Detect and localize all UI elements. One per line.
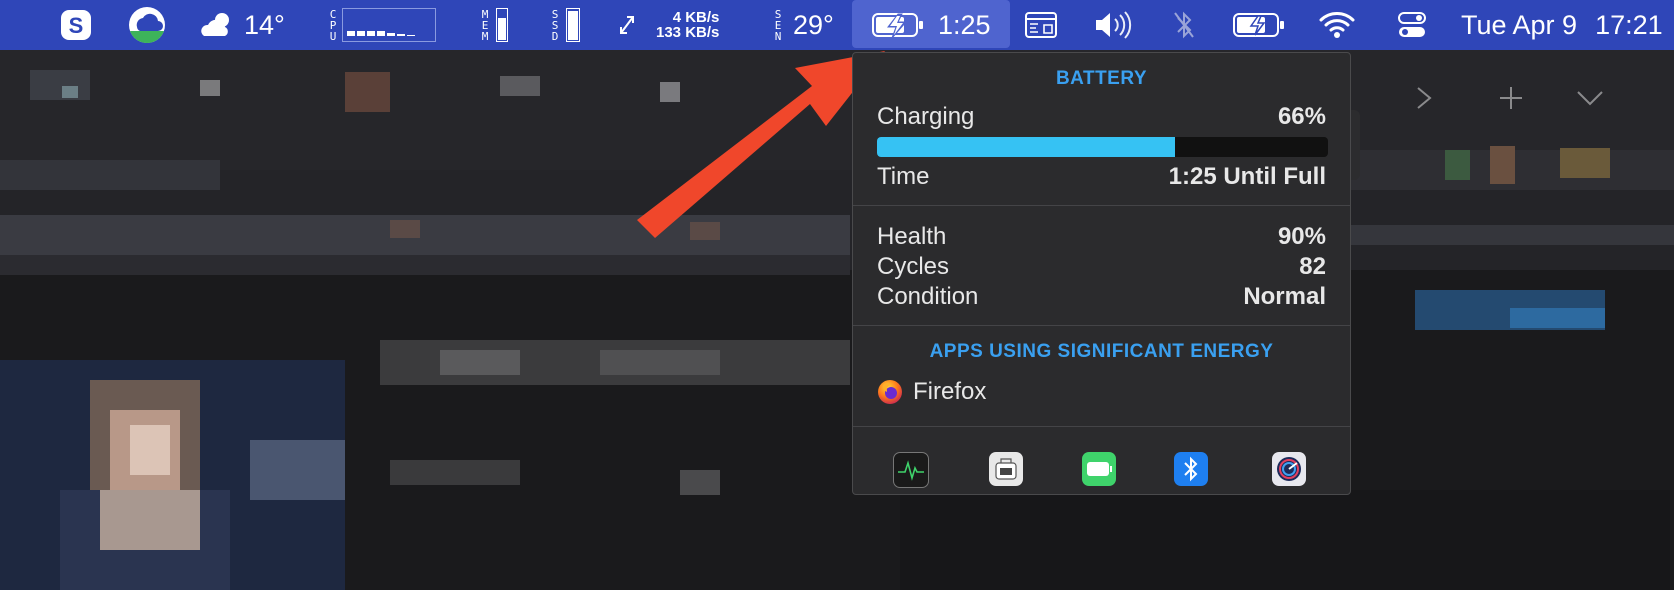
partly-cloudy-icon: [201, 13, 229, 36]
cycles-row: Cycles 82: [877, 253, 1326, 281]
battery-widget[interactable]: 1:25: [872, 0, 991, 50]
popover-footer: [853, 443, 1350, 495]
condition-value: Normal: [1243, 283, 1326, 310]
disk-utility-icon[interactable]: [1272, 452, 1306, 486]
battery-settings-icon[interactable]: [1082, 452, 1116, 486]
health-label: Health: [877, 223, 947, 250]
memory-bar: [496, 8, 508, 42]
menubar-time: 17:21: [1595, 9, 1663, 40]
sensors-widget[interactable]: S E N 29°: [773, 0, 834, 50]
weather-widget[interactable]: 14°: [198, 0, 285, 50]
health-value: 90%: [1277, 223, 1326, 250]
network-arrows-icon: [620, 16, 634, 34]
ssd-widget[interactable]: S S D: [550, 0, 580, 50]
app-name: Firefox: [913, 378, 987, 405]
wifi-icon[interactable]: [1319, 0, 1355, 50]
battery-popover: BATTERY Charging 66% Time 1:25 Until Ful…: [852, 52, 1351, 495]
divider: [853, 325, 1350, 326]
time-row: Time 1:25 Until Full: [877, 163, 1326, 191]
time-label: Time: [877, 163, 930, 190]
popover-title: BATTERY: [1055, 68, 1148, 89]
svg-text:S: S: [69, 13, 84, 38]
weather-temperature: 14°: [244, 9, 285, 40]
battery-level-bar: [877, 137, 1328, 157]
divider: [853, 426, 1350, 427]
skype-icon[interactable]: S: [60, 0, 92, 50]
charging-row: Charging 66%: [877, 103, 1326, 131]
cloud-sync-icon[interactable]: [127, 0, 167, 50]
bluetooth-off-icon[interactable]: [1172, 0, 1196, 50]
firefox-icon: [878, 380, 902, 404]
volume-icon[interactable]: [1093, 0, 1135, 50]
ssd-bar: [566, 8, 580, 42]
time-value: 1:25 Until Full: [1168, 163, 1326, 190]
condition-label: Condition: [877, 283, 979, 310]
bluetooth-icon[interactable]: [1174, 452, 1208, 486]
sen-label: S E N: [774, 7, 782, 43]
activity-monitor-icon[interactable]: [893, 452, 929, 488]
divider: [853, 205, 1350, 206]
system-battery-icon[interactable]: [1233, 0, 1285, 50]
battery-percent: 66%: [1277, 103, 1326, 130]
battery-charging-icon: [872, 13, 923, 39]
cpu-widget[interactable]: C P U: [328, 0, 436, 50]
menu-bar: S 14° C P U M E M S S D 4 KB/s 133 KB/s …: [0, 0, 1674, 50]
blurred-background: [0, 50, 1674, 590]
cycles-label: Cycles: [877, 253, 950, 280]
battery-time: 1:25: [938, 9, 991, 40]
sensor-temperature: 29°: [793, 9, 834, 40]
battery-level-fill: [877, 137, 1175, 157]
cpu-label: C P U: [329, 7, 337, 43]
clock[interactable]: Tue Apr 9 17:21: [1461, 0, 1663, 50]
app-item-firefox[interactable]: Firefox: [877, 378, 986, 406]
condition-row: Condition Normal: [877, 283, 1326, 311]
browser-tab-controls: [1417, 87, 1603, 109]
ssd-label: S S D: [551, 7, 559, 43]
mem-label: M E M: [481, 7, 489, 43]
control-center-icon[interactable]: [1398, 0, 1426, 50]
network-widget[interactable]: 4 KB/s 133 KB/s: [618, 0, 719, 50]
menubar-date: Tue Apr 9: [1461, 9, 1578, 40]
cpu-graph: [342, 8, 436, 42]
charging-label: Charging: [877, 103, 975, 130]
upload-speed: 4 KB/s: [672, 9, 720, 26]
cycles-value: 82: [1299, 253, 1326, 280]
download-speed: 133 KB/s: [656, 24, 720, 41]
keyboard-shortcuts-icon[interactable]: [1025, 0, 1057, 50]
health-row: Health 90%: [877, 223, 1326, 251]
apps-section-title: APPS USING SIGNIFICANT ENERGY: [929, 341, 1274, 362]
memory-widget[interactable]: M E M: [480, 0, 508, 50]
system-report-icon[interactable]: [989, 452, 1023, 486]
